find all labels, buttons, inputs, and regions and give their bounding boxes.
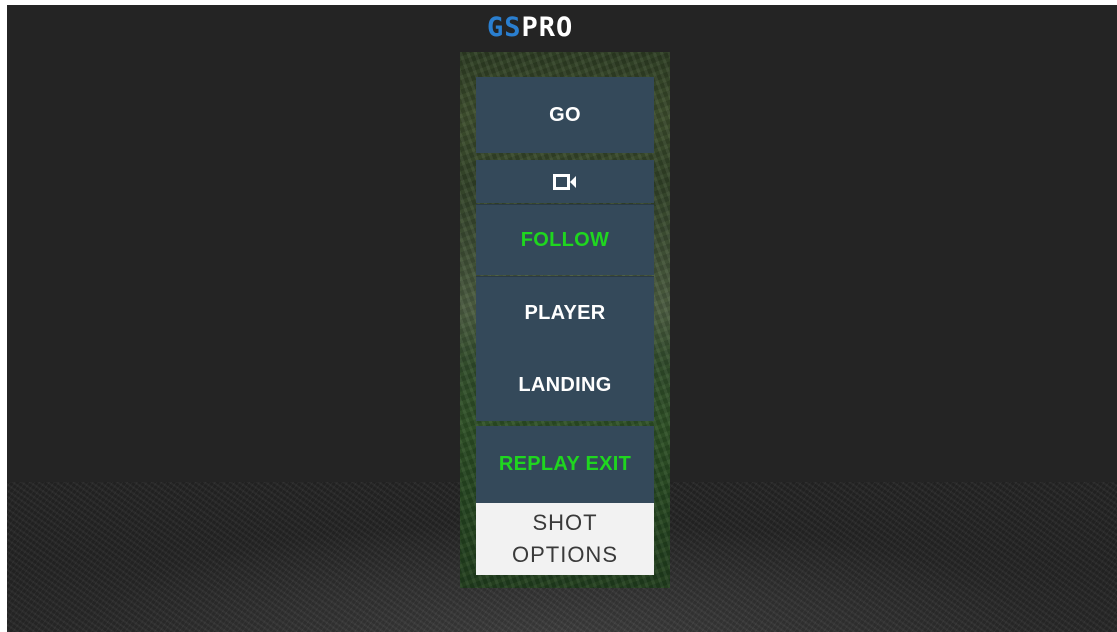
shot-options-label-line2: OPTIONS (511, 542, 618, 567)
logo-gs: GS (487, 11, 522, 43)
gspro-logo: GS PRO (487, 11, 574, 43)
shot-options-button[interactable]: SHOT OPTIONS (476, 503, 654, 575)
logo-pro: PRO (521, 11, 574, 43)
replay-exit-button[interactable]: REPLAY EXIT (476, 426, 654, 503)
player-camera-label: PLAYER (524, 301, 606, 324)
replay-exit-label: REPLAY EXIT (498, 453, 632, 475)
follow-camera-button[interactable]: FOLLOW (476, 205, 654, 275)
camera-button[interactable] (476, 160, 654, 203)
landing-camera-label: LANDING (518, 373, 612, 396)
go-button[interactable]: GO (476, 77, 654, 153)
go-button-label: GO (549, 103, 581, 126)
app-window: GS PRO GO FOLLOW PLAYER LANDING REPLAY EX… (7, 5, 1117, 632)
follow-camera-label: FOLLOW (520, 228, 610, 251)
video-camera-icon (553, 173, 577, 190)
player-camera-button[interactable]: PLAYER (476, 277, 654, 349)
landing-camera-button[interactable]: LANDING (476, 349, 654, 421)
shot-options-label-line1: SHOT (532, 510, 598, 535)
